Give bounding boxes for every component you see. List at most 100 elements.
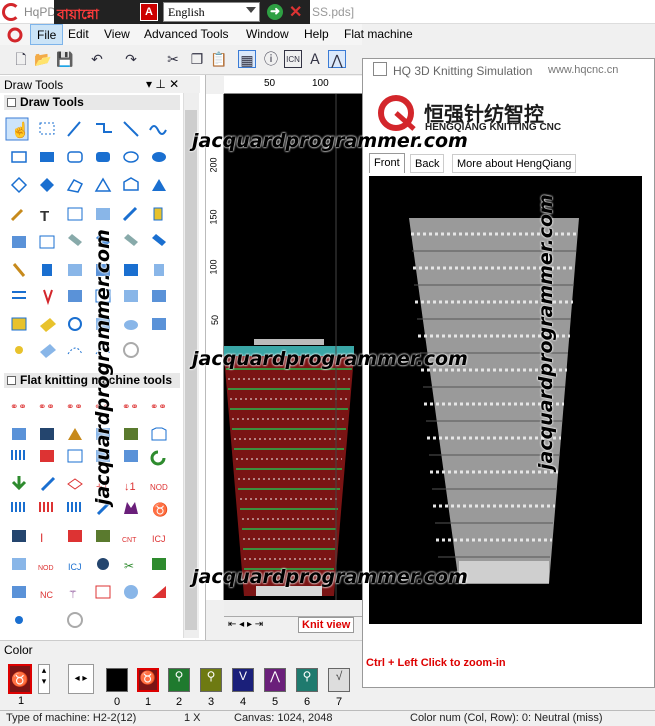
menu-view[interactable]: View — [98, 24, 136, 45]
color-swatch-4[interactable]: V — [232, 668, 254, 692]
grid-icon[interactable]: ▦ — [238, 50, 256, 68]
swatch-number-2: 2 — [175, 696, 183, 708]
svg-text:⚭⚭: ⚭⚭ — [38, 402, 55, 413]
menu-edit[interactable]: Edit — [62, 24, 95, 45]
watermark-text-vertical: jacquardprogrammer.com — [92, 229, 114, 505]
new-file-icon[interactable]: 🗋 — [12, 50, 30, 68]
zoom-hint: Ctrl + Left Click to zoom-in — [366, 657, 506, 669]
go-icon[interactable]: ➜ — [267, 4, 283, 20]
info-icon[interactable]: ⓘ — [262, 50, 280, 68]
svg-text:⚭⚭: ⚭⚭ — [122, 402, 139, 413]
menu-file[interactable]: File — [30, 24, 64, 45]
app-title: HqPD — [24, 5, 57, 19]
ruler-left-100: 100 — [208, 259, 219, 275]
undo-icon[interactable]: ↶ — [88, 50, 106, 68]
color-panel-title: Color — [4, 643, 33, 657]
cut-icon[interactable]: ✂ — [164, 50, 182, 68]
tab-more-about[interactable]: More about HengQiang — [452, 154, 577, 173]
color-swatch-0[interactable] — [106, 668, 128, 692]
svg-text:ICJ: ICJ — [152, 534, 166, 544]
svg-text:↓1: ↓1 — [124, 481, 136, 493]
watermark-text: jacquardprogrammer.com — [192, 130, 468, 152]
knitted-garment-render — [409, 218, 579, 584]
ruler-left-200: 200 — [208, 157, 219, 173]
paste-icon[interactable]: 📋 — [210, 50, 228, 68]
swatch-number-5: 5 — [271, 696, 279, 708]
tab-back[interactable]: Back — [410, 154, 445, 173]
swatch-number-3: 3 — [207, 696, 215, 708]
svg-text:⚭⚭: ⚭⚭ — [150, 402, 167, 413]
menu-help[interactable]: Help — [298, 24, 335, 45]
color-swatch-1[interactable]: ♉ — [137, 668, 159, 692]
watermark-text: jacquardprogrammer.com — [192, 566, 468, 588]
svg-text:☝: ☝ — [11, 120, 30, 139]
watermark-text: jacquardprogrammer.com — [192, 348, 468, 370]
icon-toggle[interactable]: ICN — [284, 50, 302, 68]
svg-text:ICJ: ICJ — [68, 562, 82, 572]
status-canvas-size: Canvas: 1024, 2048 — [234, 712, 333, 724]
svg-text:⚭⚭: ⚭⚭ — [66, 402, 83, 413]
redo-icon[interactable]: ↷ — [122, 50, 140, 68]
svg-text:NC: NC — [40, 590, 53, 600]
design-canvas[interactable] — [224, 94, 364, 600]
tab-knit-view[interactable]: Knit view — [298, 617, 355, 633]
swatch-number-7: 7 — [335, 696, 343, 708]
section-draw-tools-label: Draw Tools — [20, 95, 84, 109]
svg-text:T: T — [40, 208, 49, 225]
color-swatch-7[interactable]: √ — [328, 668, 350, 692]
color-nav-arrows[interactable]: ◂ ▸ — [68, 664, 94, 694]
ruler-left-50: 50 — [210, 314, 221, 326]
color-swatch-3[interactable]: ⚲ — [200, 668, 222, 692]
current-color-swatch[interactable]: ♉ — [8, 664, 32, 694]
draw-tools-header-label: Draw Tools — [4, 78, 64, 92]
swatch-number-1: 1 — [144, 696, 152, 708]
window-file-title: SS.pds] — [312, 5, 355, 19]
watermark-text-vertical: jacquardprogrammer.com — [535, 194, 557, 470]
svg-text:⚚: ⚚ — [68, 589, 78, 601]
swatch-number-6: 6 — [303, 696, 311, 708]
svg-text:NOD: NOD — [150, 483, 168, 492]
app-logo-icon — [2, 3, 20, 21]
svg-text:♉: ♉ — [152, 502, 168, 517]
svg-text:NOD: NOD — [38, 565, 54, 572]
horizontal-ruler — [224, 76, 364, 94]
peak-icon[interactable]: ⋀ — [328, 50, 346, 68]
pin-icon[interactable]: ▾ ⊥ ✕ — [146, 77, 179, 91]
chevron-down-icon[interactable] — [246, 7, 256, 13]
svg-text:I: I — [40, 531, 43, 545]
knit-pattern-preview — [224, 94, 354, 600]
svg-text:⚭⚭: ⚭⚭ — [10, 402, 27, 413]
sim-url: www.hqcnc.cn — [548, 64, 619, 76]
color-swatch-2[interactable]: ⚲ — [168, 668, 190, 692]
color-swatch-6[interactable]: ⚲ — [296, 668, 318, 692]
ruler-left-150: 150 — [208, 209, 219, 225]
section-draw-tools[interactable]: Draw Tools — [4, 95, 180, 110]
sim-window-icon — [373, 62, 387, 76]
current-color-number: 1 — [17, 695, 25, 707]
color-swatch-5[interactable]: ⋀ — [264, 668, 286, 692]
canvas-horizontal-scrollbar[interactable] — [224, 600, 364, 616]
ruler-tick-50: 50 — [264, 78, 276, 89]
svg-text:✂: ✂ — [124, 559, 134, 573]
tab-front[interactable]: Front — [369, 153, 405, 173]
tab-nav-arrows-icon[interactable]: ⇤ ◂ ▸ ⇥ — [228, 619, 263, 630]
copy-icon[interactable]: ❐ — [188, 50, 206, 68]
pdf-icon[interactable]: A — [140, 3, 158, 21]
menu-window[interactable]: Window — [240, 24, 295, 45]
swatch-number-4: 4 — [239, 696, 247, 708]
tools-scroll-thumb[interactable] — [185, 110, 197, 630]
swatch-number-0: 0 — [113, 696, 121, 708]
close-icon[interactable]: ✕ — [289, 2, 302, 22]
app-menu-icon[interactable] — [6, 27, 24, 43]
color-spinner[interactable]: ▴ ▾ — [38, 664, 50, 694]
status-zoom: 1 X — [184, 712, 201, 724]
status-machine-type: Type of machine: H2-2(12) — [6, 712, 137, 724]
sim-window-title: HQ 3D Knitting Simulation — [393, 64, 533, 78]
open-folder-icon[interactable]: 📂 — [34, 50, 52, 68]
text-icon[interactable]: Ａ — [306, 50, 324, 68]
menu-flat-machine[interactable]: Flat machine — [338, 24, 419, 45]
svg-text:CNT: CNT — [122, 537, 137, 544]
menu-advanced-tools[interactable]: Advanced Tools — [138, 24, 235, 45]
3d-simulation-view[interactable] — [369, 176, 642, 624]
save-icon[interactable]: 💾 — [56, 50, 74, 68]
